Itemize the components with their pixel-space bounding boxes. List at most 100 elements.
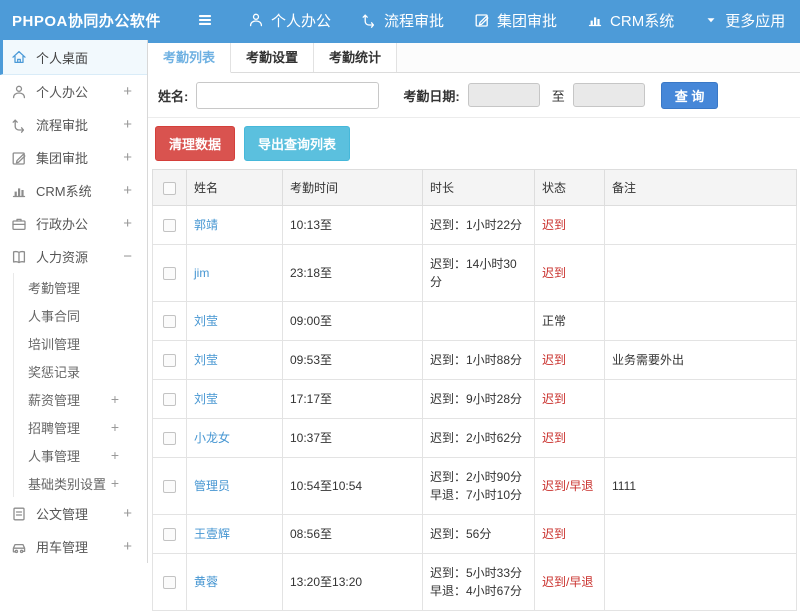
table-row: 郭靖 10:13至 迟到：1小时22分 迟到 — [153, 206, 797, 245]
sidebar-item-流程审批[interactable]: 流程审批 + — [0, 108, 147, 141]
employee-name-link[interactable]: 刘莹 — [194, 314, 218, 328]
caret-down-icon — [704, 13, 718, 27]
note-text: 业务需要外出 — [605, 341, 797, 380]
note-text — [605, 206, 797, 245]
employee-name-link[interactable]: 刘莹 — [194, 353, 218, 367]
row-checkbox[interactable] — [163, 315, 176, 328]
row-checkbox[interactable] — [163, 393, 176, 406]
attendance-time: 17:17至 — [283, 380, 423, 419]
table-row: jim 23:18至 迟到：14小时30分 迟到 — [153, 245, 797, 302]
sidebar-item-行政办公[interactable]: 行政办公 + — [0, 207, 147, 240]
tab-考勤列表[interactable]: 考勤列表 — [148, 43, 231, 73]
status-text: 迟到 — [535, 341, 605, 380]
note-text — [605, 245, 797, 302]
sidebar-subitem-招聘管理[interactable]: 招聘管理 + — [14, 413, 147, 441]
sidebar-item-个人桌面[interactable]: 个人桌面 — [0, 40, 147, 75]
sidebar-subitem-基础类别设置[interactable]: 基础类别设置 + — [14, 469, 147, 497]
search-button[interactable]: 查 询 — [661, 82, 719, 109]
sidebar-subitem-奖惩记录[interactable]: 奖惩记录 — [14, 357, 147, 385]
export-list-button[interactable]: 导出查询列表 — [244, 126, 350, 161]
clear-data-button[interactable]: 清理数据 — [155, 126, 235, 161]
note-text — [605, 419, 797, 458]
table-row: 刘莹 17:17至 迟到：9小时28分 迟到 — [153, 380, 797, 419]
sidebar-subitem-人事合同[interactable]: 人事合同 — [14, 301, 147, 329]
col-header-status: 状态 — [535, 170, 605, 206]
sidebar-subitem-考勤管理[interactable]: 考勤管理 — [14, 273, 147, 301]
duration: 迟到：14小时30分 — [423, 245, 535, 302]
row-checkbox[interactable] — [163, 354, 176, 367]
status-text: 迟到 — [535, 515, 605, 554]
duration: 迟到：2小时62分 — [423, 419, 535, 458]
attendance-time: 10:13至 — [283, 206, 423, 245]
row-checkbox[interactable] — [163, 432, 176, 445]
edit-icon — [474, 12, 490, 28]
sidebar-item-CRM系统[interactable]: CRM系统 + — [0, 174, 147, 207]
sidebar: 个人桌面 个人办公 + 流程审批 + 集团审批 + CRM系统 + 行政办公 +… — [0, 40, 148, 563]
expand-sign: + — [123, 83, 132, 100]
name-filter-input[interactable] — [196, 82, 379, 109]
row-checkbox[interactable] — [163, 219, 176, 232]
duration: 迟到：1小时88分 — [423, 341, 535, 380]
topnav-label: CRM系统 — [610, 10, 674, 31]
duration: 迟到：2小时90分早退：7小时10分 — [423, 458, 535, 515]
employee-name-link[interactable]: 小龙女 — [194, 431, 230, 445]
duration-line: 分 — [430, 273, 527, 291]
expand-sign: + — [123, 538, 132, 555]
expand-sign: + — [123, 182, 132, 199]
row-checkbox[interactable] — [163, 480, 176, 493]
topnav-item-个人办公[interactable]: 个人办公 — [248, 10, 331, 31]
chart-icon — [587, 12, 603, 28]
table-row: 管理员 10:54至10:54 迟到：2小时90分早退：7小时10分 迟到/早退… — [153, 458, 797, 515]
employee-name-link[interactable]: 黄蓉 — [194, 575, 218, 589]
tab-考勤设置[interactable]: 考勤设置 — [231, 43, 314, 72]
duration-line: 早退：7小时10分 — [430, 486, 527, 504]
date-to-input[interactable] — [573, 83, 645, 107]
sidebar-item-个人办公[interactable]: 个人办公 + — [0, 75, 147, 108]
expand-sign: + — [111, 391, 119, 407]
note-text — [605, 380, 797, 419]
sidebar-subitem-人事管理[interactable]: 人事管理 + — [14, 441, 147, 469]
status-text: 迟到/早退 — [535, 554, 605, 611]
attendance-time: 09:53至 — [283, 341, 423, 380]
status-text: 迟到 — [535, 206, 605, 245]
hamburger-icon — [196, 11, 214, 29]
tab-考勤统计[interactable]: 考勤统计 — [314, 43, 397, 72]
sidebar-item-集团审批[interactable]: 集团审批 + — [0, 141, 147, 174]
sidebar-item-用车管理[interactable]: 用车管理 + — [0, 530, 147, 563]
briefcase-icon — [11, 216, 27, 232]
duration-line: 迟到：1小时88分 — [430, 351, 527, 369]
row-checkbox[interactable] — [163, 267, 176, 280]
tab-bar: 考勤列表考勤设置考勤统计 — [148, 43, 800, 73]
topnav-item-流程审批[interactable]: 流程审批 — [361, 10, 444, 31]
hamburger-menu-icon[interactable] — [196, 11, 214, 29]
duration-line: 迟到：14小时30 — [430, 255, 527, 273]
employee-name-link[interactable]: jim — [194, 266, 209, 280]
expand-sign: + — [123, 116, 132, 133]
employee-name-link[interactable]: 管理员 — [194, 479, 230, 493]
row-checkbox[interactable] — [163, 576, 176, 589]
topnav-item-更多应用[interactable]: 更多应用 — [704, 10, 785, 31]
sidebar-subitem-培训管理[interactable]: 培训管理 — [14, 329, 147, 357]
sidebar-item-人力资源[interactable]: 人力资源 − — [0, 240, 147, 273]
date-from-input[interactable] — [468, 83, 540, 107]
attendance-time: 09:00至 — [283, 302, 423, 341]
select-all-checkbox[interactable] — [163, 182, 176, 195]
sidebar-item-公文管理[interactable]: 公文管理 + — [0, 497, 147, 530]
topnav-item-CRM系统[interactable]: CRM系统 — [587, 10, 674, 31]
topnav-label: 集团审批 — [497, 10, 557, 31]
attendance-time: 10:37至 — [283, 419, 423, 458]
row-checkbox[interactable] — [163, 528, 176, 541]
employee-name-link[interactable]: 王壹辉 — [194, 527, 230, 541]
employee-name-link[interactable]: 郭靖 — [194, 218, 218, 232]
employee-name-link[interactable]: 刘莹 — [194, 392, 218, 406]
sidebar-subitem-薪资管理[interactable]: 薪资管理 + — [14, 385, 147, 413]
duration-line: 迟到：1小时22分 — [430, 216, 527, 234]
top-nav: 个人办公 流程审批 集团审批 CRM系统 更多应用 — [248, 10, 785, 31]
topnav-item-集团审批[interactable]: 集团审批 — [474, 10, 557, 31]
filter-row: 姓名: 考勤日期: 至 查 询 — [148, 73, 800, 118]
attendance-time: 10:54至10:54 — [283, 458, 423, 515]
attendance-time: 13:20至13:20 — [283, 554, 423, 611]
person-icon — [248, 12, 264, 28]
app-title: PHPOA协同办公软件 — [0, 10, 148, 31]
status-text: 迟到 — [535, 245, 605, 302]
